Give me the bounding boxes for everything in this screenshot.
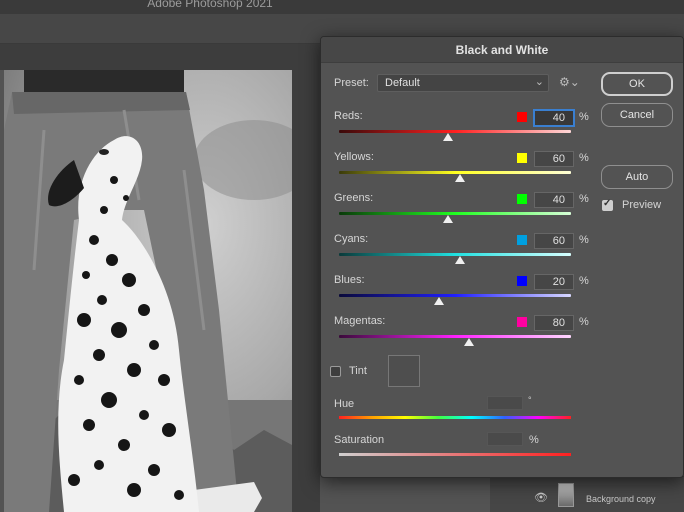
saturation-field	[487, 432, 523, 446]
visibility-eye-icon[interactable]: 👁	[534, 491, 548, 504]
cyans-unit: %	[579, 234, 589, 246]
layer-name[interactable]: Background copy	[586, 494, 656, 504]
hue-slider-track	[339, 416, 571, 419]
ok-button[interactable]: OK	[601, 72, 673, 96]
cyans-value-input[interactable]: 60	[534, 233, 574, 249]
canvas-photo	[4, 70, 292, 512]
blues-color-swatch	[517, 276, 527, 286]
magentas-slider-track[interactable]	[339, 335, 571, 338]
gear-icon[interactable]: ⚙︎⌄	[559, 75, 580, 89]
hue-label: Hue	[334, 398, 355, 410]
preview-label: Preview	[622, 199, 662, 211]
cyans-color-swatch	[517, 235, 527, 245]
cancel-button[interactable]: Cancel	[601, 103, 673, 127]
greens-label: Greens:	[334, 192, 374, 204]
reds-unit: %	[579, 111, 589, 123]
blues-value-input[interactable]: 20	[534, 274, 574, 290]
magentas-label: Magentas:	[334, 315, 386, 327]
saturation-label: Saturation	[334, 434, 385, 446]
reds-value-input[interactable]: 40	[534, 110, 574, 126]
saturation-unit: %	[529, 434, 539, 446]
magentas-unit: %	[579, 316, 589, 328]
greens-unit: %	[579, 193, 589, 205]
magentas-slider-handle[interactable]	[463, 338, 474, 346]
layer-thumbnail[interactable]	[558, 483, 574, 507]
preview-checkbox[interactable]	[602, 198, 613, 211]
black-and-white-dialog: Black and White Preset: Default ⌄ ⚙︎⌄ OK…	[320, 36, 684, 478]
saturation-slider-track	[339, 453, 571, 456]
magentas-value-input[interactable]: 80	[534, 315, 574, 331]
auto-button[interactable]: Auto	[601, 165, 673, 189]
tint-checkbox[interactable]	[330, 366, 341, 377]
magentas-color-swatch	[517, 317, 527, 327]
blues-label: Blues:	[334, 274, 365, 286]
reds-color-swatch	[517, 112, 527, 122]
canvas-pasteboard	[292, 70, 320, 512]
blues-unit: %	[579, 275, 589, 287]
yellows-value-input[interactable]: 60	[534, 151, 574, 167]
greens-slider-handle[interactable]	[443, 215, 454, 223]
document-canvas[interactable]	[4, 70, 292, 512]
yellows-label: Yellows:	[334, 151, 374, 163]
chevron-down-icon: ⌄	[534, 76, 544, 88]
reds-slider-handle[interactable]	[443, 133, 454, 141]
tint-label: Tint	[349, 365, 367, 377]
app-title-bar: Adobe Photoshop 2021	[0, 0, 684, 14]
hue-field	[487, 396, 523, 410]
yellows-slider-handle[interactable]	[454, 174, 465, 182]
greens-value-input[interactable]: 40	[534, 192, 574, 208]
cyans-slider-handle[interactable]	[454, 256, 465, 264]
layers-panel: 👁 Background copy	[490, 476, 684, 512]
cyans-label: Cyans:	[334, 233, 369, 245]
tint-color-swatch	[388, 355, 420, 387]
yellows-color-swatch	[517, 153, 527, 163]
preset-value: Default	[385, 77, 420, 89]
reds-slider-track[interactable]	[339, 130, 571, 133]
reds-label: Reds:	[334, 110, 363, 122]
yellows-unit: %	[579, 152, 589, 164]
greens-color-swatch	[517, 194, 527, 204]
preset-dropdown[interactable]: Default ⌄	[377, 74, 549, 92]
hue-unit: °	[528, 395, 532, 405]
dialog-title: Black and White	[321, 37, 683, 63]
app-title: Adobe Photoshop 2021	[147, 0, 273, 10]
preset-label: Preset:	[334, 77, 369, 89]
blues-slider-track[interactable]	[339, 294, 571, 297]
blues-slider-handle[interactable]	[433, 297, 444, 305]
greens-slider-track[interactable]	[339, 212, 571, 215]
